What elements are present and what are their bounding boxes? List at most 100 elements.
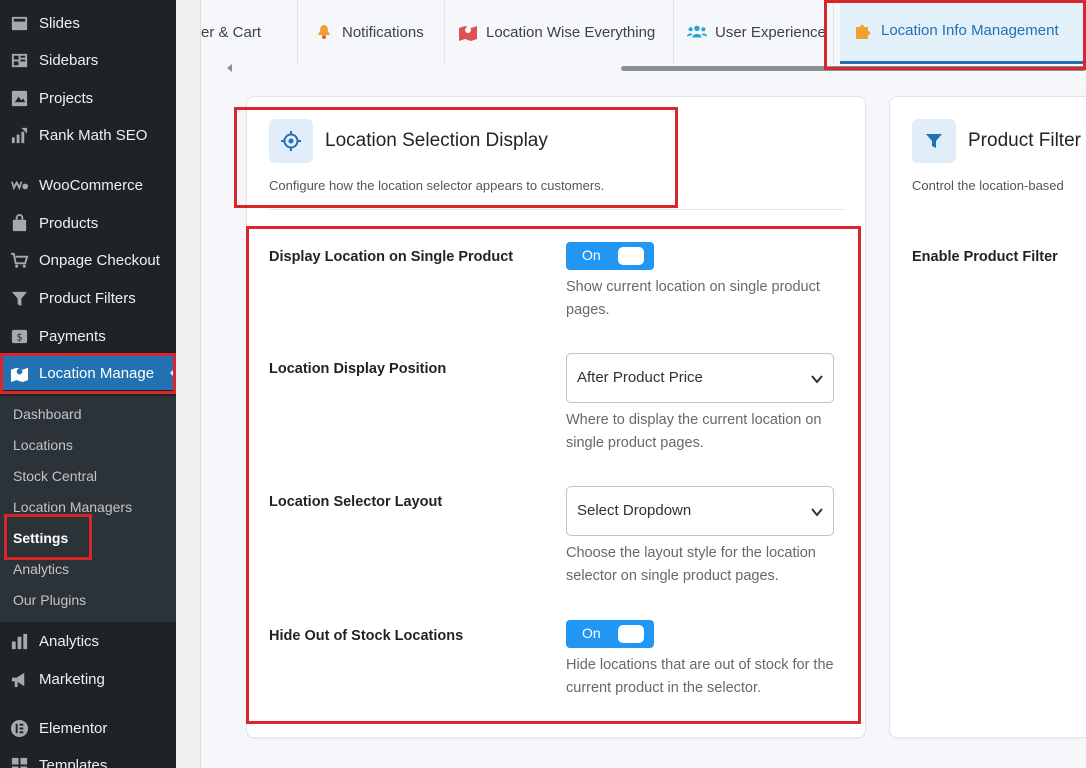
- menu-item-onpage-checkout[interactable]: Onpage Checkout: [0, 243, 176, 277]
- menu-item-label: Location Manage: [39, 364, 155, 382]
- selector-layout-label: Location Selector Layout: [269, 494, 443, 510]
- submenu-our-plugins[interactable]: Our Plugins: [13, 590, 86, 610]
- display-position-label: Location Display Position: [269, 361, 447, 377]
- select-value: After Product Price: [577, 369, 703, 386]
- settings-tab-bar: er & Cart Notifications Location Wise Ev…: [201, 0, 1086, 66]
- menu-item-analytics[interactable]: Analytics: [0, 624, 176, 658]
- menu-item-label: Templates: [39, 756, 108, 768]
- tab-location-wise-everything[interactable]: Location Wise Everything: [445, 0, 674, 64]
- bell-icon: [314, 22, 334, 42]
- menu-item-payments[interactable]: $ Payments: [0, 319, 176, 353]
- menu-item-label: WooCommerce: [39, 176, 143, 194]
- card-divider: [269, 209, 845, 210]
- scroll-left-arrow-icon[interactable]: [227, 64, 232, 72]
- submenu-settings[interactable]: Settings: [13, 528, 68, 548]
- chevron-down-icon: [811, 508, 823, 517]
- menu-item-marketing[interactable]: Marketing: [0, 662, 176, 696]
- megaphone-icon: [9, 669, 29, 689]
- display-position-help: Where to display the current location on…: [566, 412, 822, 451]
- menu-item-label: Slides: [39, 14, 80, 32]
- tab-label: Notifications: [342, 23, 424, 41]
- chevron-down-icon: [811, 375, 823, 384]
- submenu-stock-central[interactable]: Stock Central: [13, 466, 97, 486]
- tab-location-info-management[interactable]: Location Info Management: [840, 0, 1086, 64]
- filter-icon: [9, 288, 29, 308]
- single-product-label: Display Location on Single Product: [269, 249, 514, 265]
- menu-item-projects[interactable]: Projects: [0, 81, 176, 115]
- tab-label: Location Wise Everything: [486, 23, 656, 41]
- menu-item-product-filters[interactable]: Product Filters: [0, 281, 176, 315]
- card-title: Location Selection Display: [325, 130, 548, 151]
- rank-math-icon: [9, 125, 29, 145]
- card-description: Control the location-based: [912, 178, 1064, 193]
- filter-icon: [912, 119, 956, 163]
- hide-out-of-stock-label: Hide Out of Stock Locations: [269, 628, 464, 644]
- tab-label: User Experience: [715, 23, 826, 41]
- menu-item-label: Product Filters: [39, 289, 136, 307]
- card-description: Configure how the location selector appe…: [269, 178, 605, 193]
- toggle-state: On: [582, 247, 601, 263]
- submenu-locations[interactable]: Locations: [13, 435, 73, 455]
- selector-layout-select[interactable]: Select Dropdown: [566, 486, 834, 536]
- menu-item-rank-math[interactable]: Rank Math SEO: [0, 118, 176, 152]
- admin-sidebar: Slides Sidebars Projects Rank Math SEO W…: [0, 0, 176, 768]
- location-map-icon: [9, 363, 29, 383]
- sidebars-icon: [9, 50, 29, 70]
- menu-item-label: Analytics: [39, 632, 100, 650]
- menu-item-templates[interactable]: Templates: [0, 748, 176, 768]
- svg-text:$: $: [16, 332, 22, 343]
- submenu-analytics[interactable]: Analytics: [13, 559, 69, 579]
- toggle-knob: [618, 625, 644, 643]
- menu-item-woocommerce[interactable]: WooCommerce: [0, 168, 176, 202]
- tab-label: er & Cart: [201, 23, 262, 41]
- location-selection-card: Location Selection Display Configure how…: [246, 96, 866, 738]
- toggle-state: On: [582, 625, 601, 641]
- menu-item-label: Products: [39, 214, 99, 232]
- product-filter-card: Product Filter Control the location-base…: [889, 96, 1086, 738]
- menu-item-slides[interactable]: Slides: [0, 6, 176, 40]
- analytics-icon: [9, 631, 29, 651]
- menu-item-elementor[interactable]: Elementor: [0, 711, 176, 745]
- tab-scroll-thumb[interactable]: [621, 66, 1086, 71]
- menu-item-label: Rank Math SEO: [39, 126, 148, 144]
- menu-item-label: Onpage Checkout: [39, 251, 160, 269]
- woocommerce-icon: [9, 175, 29, 195]
- projects-icon: [9, 88, 29, 108]
- tab-scrollbar[interactable]: [201, 64, 1086, 72]
- tab-header-cart[interactable]: er & Cart: [201, 0, 298, 64]
- menu-item-label: Payments: [39, 327, 106, 345]
- single-product-help: Show current location on single product …: [566, 279, 820, 318]
- display-position-select[interactable]: After Product Price: [566, 353, 834, 403]
- puzzle-icon: [853, 21, 873, 41]
- tab-label: Location Info Management: [881, 22, 1059, 39]
- selector-layout-help: Choose the layout style for the location…: [566, 545, 816, 584]
- tab-notifications[interactable]: Notifications: [298, 0, 445, 64]
- templates-icon: [9, 755, 29, 768]
- hide-out-of-stock-toggle[interactable]: On: [566, 620, 654, 648]
- location-manage-submenu: Dashboard Locations Stock Central Locati…: [0, 396, 176, 622]
- menu-item-label: Projects: [39, 89, 94, 107]
- menu-item-sidebars[interactable]: Sidebars: [0, 43, 176, 77]
- menu-item-label: Elementor: [39, 719, 108, 737]
- submenu-location-managers[interactable]: Location Managers: [13, 497, 132, 517]
- card-title: Product Filter: [968, 130, 1081, 151]
- map-icon: [458, 22, 478, 42]
- tab-user-experience[interactable]: User Experience: [674, 0, 834, 64]
- elementor-icon: [9, 718, 29, 738]
- slides-icon: [9, 13, 29, 33]
- single-product-toggle[interactable]: On: [566, 242, 654, 270]
- payments-icon: $: [9, 326, 29, 346]
- menu-item-label: Marketing: [39, 670, 105, 688]
- submenu-dashboard[interactable]: Dashboard: [13, 404, 82, 424]
- products-icon: [9, 213, 29, 233]
- crosshair-icon: [269, 119, 313, 163]
- select-value: Select Dropdown: [577, 502, 692, 519]
- hide-out-of-stock-help: Hide locations that are out of stock for…: [566, 657, 834, 696]
- enable-product-filter-label: Enable Product Filter: [912, 249, 1058, 265]
- menu-item-label: Sidebars: [39, 51, 99, 69]
- menu-item-location-manage[interactable]: Location Manage: [0, 356, 176, 390]
- cart-icon: [9, 250, 29, 270]
- toggle-knob: [618, 247, 644, 265]
- users-icon: [687, 22, 707, 42]
- menu-item-products[interactable]: Products: [0, 206, 176, 240]
